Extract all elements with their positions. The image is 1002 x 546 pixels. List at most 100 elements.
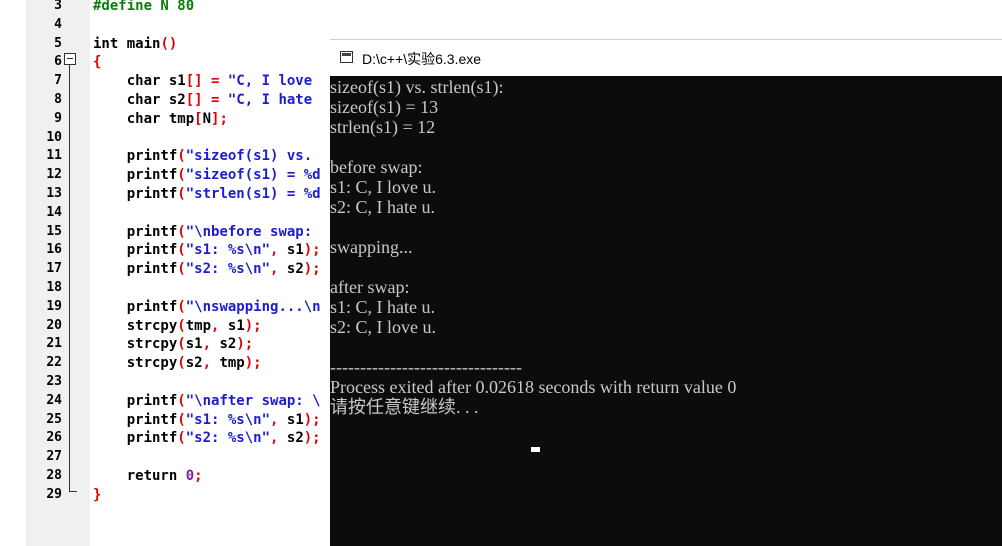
code-token: tmp — [185, 317, 212, 334]
code-token: ( — [177, 298, 186, 315]
code-token: "sizeof(s1) = %d — [185, 167, 321, 184]
code-token: "\nswapping...\n — [185, 298, 321, 315]
code-token: "s2: %s\n" — [185, 430, 271, 447]
code-token: , — [270, 242, 287, 259]
editor-left-margin — [0, 0, 26, 546]
code-token: printf — [93, 223, 178, 240]
code-token: = — [202, 73, 228, 90]
code-token: ( — [177, 148, 186, 165]
code-line[interactable]: return 0; — [93, 467, 203, 486]
code-token: printf — [93, 186, 178, 202]
text-cursor — [531, 447, 540, 452]
code-token: , — [202, 355, 220, 372]
code-line[interactable]: printf("s1: %s\n", s1); — [93, 241, 321, 260]
line-number: 23 — [46, 374, 62, 389]
code-line[interactable]: printf("s2: %s\n", s2); — [93, 429, 321, 448]
code-line[interactable]: strcpy(s1, s2); — [93, 335, 253, 354]
code-line[interactable]: printf("\nbefore swap: — [93, 223, 312, 242]
code-line[interactable]: } — [93, 486, 101, 505]
code-token: , — [270, 411, 287, 428]
code-token: strcpy — [93, 317, 178, 334]
code-token: ; — [194, 468, 203, 484]
code-token: ( — [177, 317, 186, 334]
line-number: 22 — [46, 355, 62, 371]
code-token: printf — [93, 411, 178, 428]
console-window[interactable]: D:\c++\实验6.3.exe sizeof(s1) vs. strlen(s… — [330, 39, 1002, 546]
code-line[interactable]: printf("\nafter swap: \ — [93, 392, 321, 411]
code-token: "\nafter swap: \ — [185, 392, 321, 409]
console-line: strlen(s1) = 12 — [330, 117, 436, 137]
code-token: s1 — [185, 336, 203, 353]
code-token: ); — [244, 317, 262, 334]
code-line[interactable]: printf("sizeof(s1) = %d — [93, 166, 321, 185]
code-token: "C, I love — [227, 73, 313, 90]
code-token: ( — [177, 392, 186, 409]
line-number: 17 — [46, 261, 62, 277]
line-number: 13 — [46, 186, 62, 201]
console-line: swapping... — [330, 237, 413, 257]
code-token: printf — [93, 148, 178, 165]
code-token: return — [93, 468, 186, 484]
console-line: s2: C, I love u. — [330, 317, 436, 337]
line-number: 27 — [46, 449, 62, 465]
line-number: 19 — [46, 298, 62, 314]
code-token: ); — [303, 411, 321, 428]
code-line[interactable]: printf("s1: %s\n", s1); — [93, 411, 321, 430]
code-token: [] — [185, 92, 203, 108]
console-line: sizeof(s1) = 13 — [330, 97, 439, 117]
code-token: s2 — [219, 336, 237, 353]
console-line: s2: C, I hate u. — [330, 197, 435, 217]
console-line: 请按任意键继续. . . — [330, 397, 483, 417]
fold-guide-line — [69, 65, 70, 492]
code-token: s2 — [286, 261, 304, 278]
code-token: ( — [177, 223, 186, 240]
code-line[interactable]: strcpy(s2, tmp); — [93, 354, 262, 373]
code-line[interactable]: printf("strlen(s1) = %d — [93, 185, 321, 204]
code-token: ); — [303, 242, 321, 259]
line-number: 11 — [46, 148, 62, 164]
code-line[interactable]: printf("sizeof(s1) vs. — [93, 147, 312, 166]
console-line: s1: C, I hate u. — [330, 297, 435, 317]
line-number: 10 — [46, 129, 62, 145]
code-token: "s1: %s\n" — [185, 411, 271, 428]
code-token: () — [160, 35, 178, 52]
line-number: 3 — [54, 0, 62, 13]
code-token: , — [270, 430, 287, 447]
code-token: "C, I hate — [227, 92, 313, 108]
code-token: strcpy — [93, 336, 178, 353]
code-token: tmp — [219, 355, 245, 372]
code-token: "sizeof(s1) vs. — [185, 148, 313, 165]
code-line[interactable]: #define N 80 — [93, 0, 194, 16]
code-token: } — [93, 486, 102, 503]
console-titlebar[interactable]: D:\c++\实验6.3.exe — [330, 39, 1002, 76]
console-line: after swap: — [330, 277, 410, 297]
console-line: -------------------------------- — [330, 357, 522, 377]
code-line[interactable]: printf("s2: %s\n", s2); — [93, 260, 321, 279]
code-line[interactable]: int main() — [93, 35, 177, 54]
code-line[interactable]: printf("\nswapping...\n — [93, 298, 321, 317]
console-line: before swap: — [330, 157, 423, 177]
code-token: int main — [93, 35, 161, 52]
code-token: s2 — [185, 355, 203, 372]
code-line[interactable]: strcpy(tmp, s1); — [93, 317, 262, 336]
console-output[interactable]: sizeof(s1) vs. strlen(s1): sizeof(s1) = 1… — [330, 75, 1002, 546]
code-line[interactable]: { — [93, 53, 101, 72]
fold-toggle-icon[interactable] — [64, 53, 76, 65]
code-token: s1 — [286, 411, 304, 428]
line-number: 16 — [46, 242, 62, 258]
code-token: printf — [93, 430, 178, 447]
line-number: 8 — [54, 92, 62, 107]
code-token: , — [211, 317, 228, 334]
console-app-icon — [340, 51, 353, 63]
code-line[interactable]: char s1[] = "C, I love — [93, 72, 312, 91]
code-token: [] — [185, 73, 203, 90]
line-number: 6 — [54, 54, 62, 70]
code-token: printf — [93, 392, 178, 409]
code-token: #define N 80 — [93, 0, 195, 14]
console-line: sizeof(s1) vs. strlen(s1): — [330, 77, 504, 97]
line-number: 21 — [46, 336, 62, 352]
code-token: "s2: %s\n" — [185, 261, 271, 278]
code-line[interactable]: char tmp[N]; — [93, 110, 228, 129]
code-line[interactable]: char s2[] = "C, I hate — [93, 91, 312, 110]
code-token: "\nbefore swap: — [185, 223, 313, 240]
